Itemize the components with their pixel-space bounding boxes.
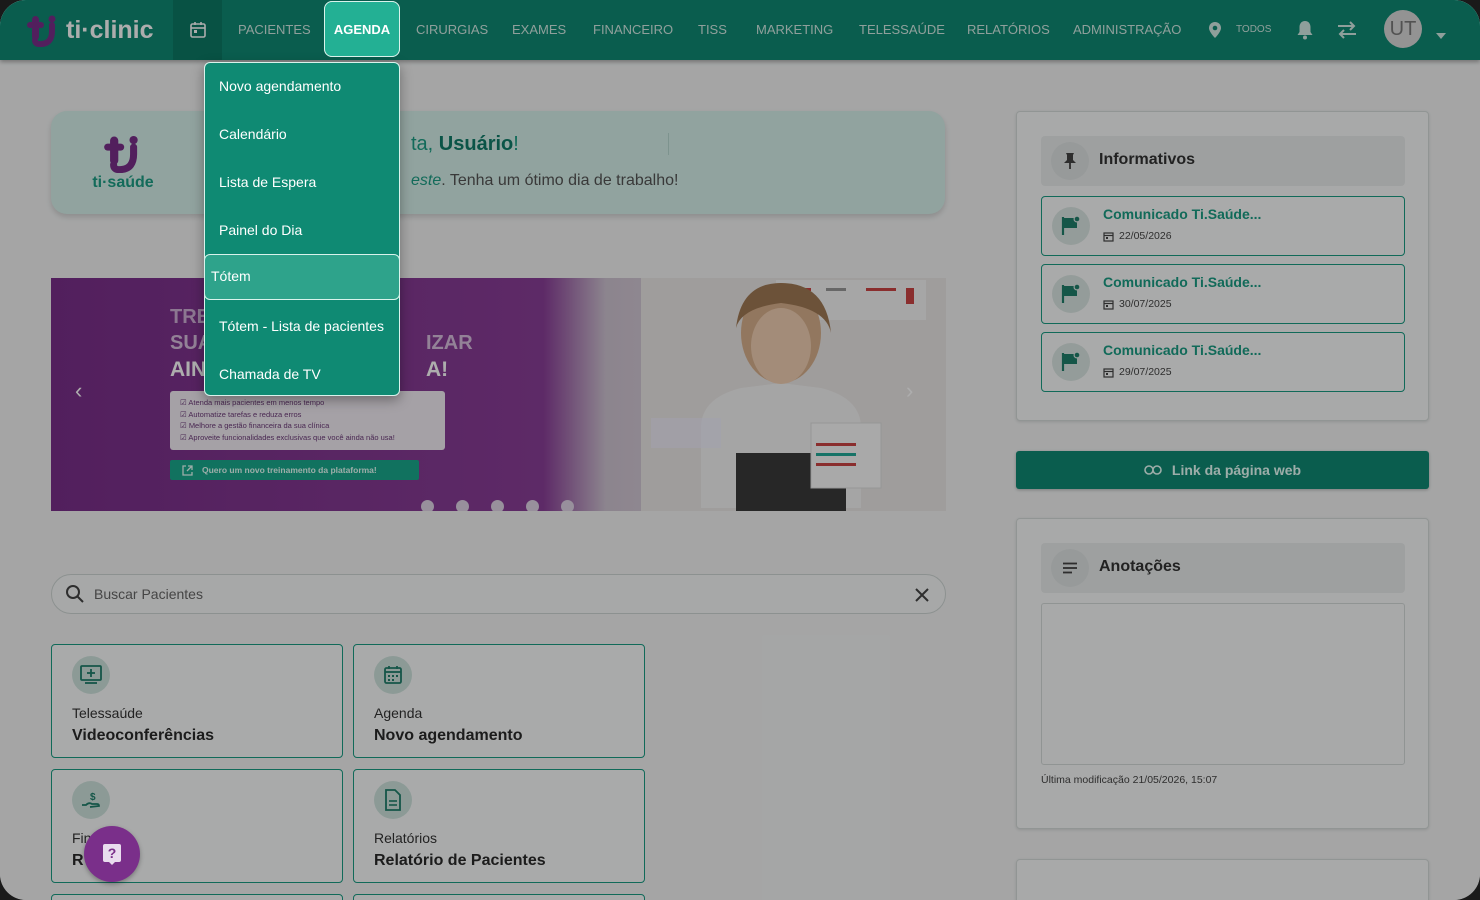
- menu-item-painel-do-dia[interactable]: Painel do Dia: [205, 207, 399, 253]
- menu-item-totem[interactable]: Tótem: [204, 254, 400, 300]
- menu-item-totem-lista-pacientes[interactable]: Tótem - Lista de pacientes: [205, 303, 399, 349]
- menu-item-calendario[interactable]: Calendário: [205, 111, 399, 157]
- svg-text:?: ?: [108, 845, 117, 861]
- menu-item-chamada-de-tv[interactable]: Chamada de TV: [205, 351, 399, 397]
- help-button[interactable]: ?: [84, 826, 140, 882]
- help-question-icon: ?: [103, 844, 121, 865]
- app-frame: ti·clinic PACIENTES AGENDA CIRURGIAS EXA…: [0, 0, 1480, 900]
- menu-item-lista-de-espera[interactable]: Lista de Espera: [205, 159, 399, 205]
- menu-item-novo-agendamento[interactable]: Novo agendamento: [205, 63, 399, 109]
- nav-agenda-active[interactable]: AGENDA: [324, 1, 400, 57]
- agenda-dropdown-menu: Novo agendamento Calendário Lista de Esp…: [204, 62, 400, 396]
